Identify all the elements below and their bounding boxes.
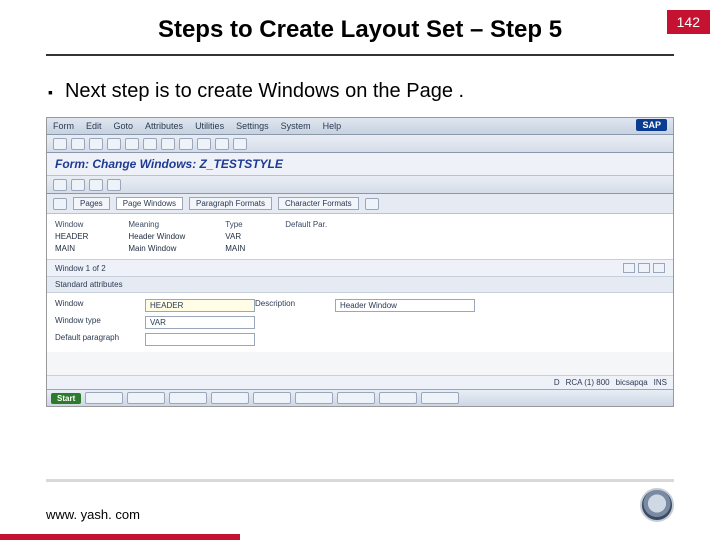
- list-cell: MAIN: [225, 244, 245, 253]
- app-toolbar-button[interactable]: [107, 179, 121, 191]
- menu-attributes[interactable]: Attributes: [145, 121, 183, 131]
- attr-field-window[interactable]: HEADER: [145, 299, 255, 312]
- tab-pages[interactable]: Pages: [73, 197, 110, 210]
- taskbar-item[interactable]: [127, 392, 165, 404]
- window-pager: Window 1 of 2: [47, 259, 673, 277]
- bullet-item: ▪ Next step is to create Windows on the …: [48, 80, 720, 103]
- window-list: Window HEADER MAIN Meaning Header Window…: [47, 214, 673, 259]
- toolbar-button[interactable]: [197, 138, 211, 150]
- pager-button[interactable]: [653, 263, 665, 273]
- menu-system[interactable]: System: [281, 121, 311, 131]
- toolbar-button[interactable]: [179, 138, 193, 150]
- taskbar-item[interactable]: [169, 392, 207, 404]
- pager-text: Window 1 of 2: [55, 264, 106, 273]
- pager-button[interactable]: [638, 263, 650, 273]
- col-header-meaning: Meaning: [128, 220, 185, 229]
- tab-page-windows[interactable]: Page Windows: [116, 197, 183, 210]
- menu-help[interactable]: Help: [323, 121, 342, 131]
- attr-field-desc[interactable]: Header Window: [335, 299, 475, 312]
- taskbar-item[interactable]: [295, 392, 333, 404]
- taskbar-item[interactable]: [337, 392, 375, 404]
- app-toolbar-button[interactable]: [53, 179, 67, 191]
- toolbar-button[interactable]: [215, 138, 229, 150]
- tab-nav-icon[interactable]: [365, 198, 379, 210]
- attr-label-type: Window type: [55, 316, 145, 329]
- footer-url: www. yash. com: [46, 507, 140, 522]
- sap-app-toolbar: [47, 176, 673, 194]
- attr-field-type[interactable]: VAR: [145, 316, 255, 329]
- toolbar-button[interactable]: [125, 138, 139, 150]
- status-item: RCA (1) 800: [566, 378, 610, 387]
- col-header-type: Type: [225, 220, 245, 229]
- slide-footer: www. yash. com: [46, 479, 674, 522]
- tab-character-formats[interactable]: Character Formats: [278, 197, 359, 210]
- taskbar-item[interactable]: [211, 392, 249, 404]
- sap-screenshot: Form Edit Goto Attributes Utilities Sett…: [46, 117, 674, 407]
- slide-title: Steps to Create Layout Set – Step 5: [0, 0, 720, 54]
- title-underline: [46, 54, 674, 56]
- attr-field-para[interactable]: [145, 333, 255, 346]
- list-cell: Header Window: [128, 232, 185, 241]
- bullet-marker: ▪: [48, 84, 53, 100]
- attr-label-desc: Description: [255, 299, 335, 312]
- app-toolbar-button[interactable]: [89, 179, 103, 191]
- pager-button[interactable]: [623, 263, 635, 273]
- list-cell[interactable]: MAIN: [55, 244, 88, 253]
- status-item: bicsapqa: [616, 378, 648, 387]
- start-button[interactable]: Start: [51, 393, 81, 404]
- page-number-badge: 142: [667, 10, 710, 34]
- list-cell: VAR: [225, 232, 245, 241]
- app-toolbar-button[interactable]: [71, 179, 85, 191]
- toolbar-button[interactable]: [71, 138, 85, 150]
- col-header-window: Window: [55, 220, 88, 229]
- footer-accent-bar: [0, 534, 240, 540]
- menu-goto[interactable]: Goto: [114, 121, 134, 131]
- sap-logo: SAP: [636, 119, 667, 131]
- col-header-default: Default Par.: [285, 220, 327, 229]
- toolbar-button[interactable]: [53, 138, 67, 150]
- toolbar-button[interactable]: [161, 138, 175, 150]
- toolbar-button[interactable]: [89, 138, 103, 150]
- attr-label-window: Window: [55, 299, 145, 312]
- sap-statusbar: D RCA (1) 800 bicsapqa INS: [47, 375, 673, 389]
- tab-paragraph-formats[interactable]: Paragraph Formats: [189, 197, 272, 210]
- toolbar-button[interactable]: [107, 138, 121, 150]
- footer-logo-icon: [640, 488, 674, 522]
- windows-taskbar: Start: [47, 389, 673, 406]
- status-item: D: [554, 378, 560, 387]
- taskbar-item[interactable]: [253, 392, 291, 404]
- tab-nav-icon[interactable]: [53, 198, 67, 210]
- menu-settings[interactable]: Settings: [236, 121, 269, 131]
- list-cell: Main Window: [128, 244, 185, 253]
- status-item: INS: [654, 378, 667, 387]
- attributes-title: Standard attributes: [47, 277, 673, 293]
- menu-form[interactable]: Form: [53, 121, 74, 131]
- sap-menubar: Form Edit Goto Attributes Utilities Sett…: [47, 118, 673, 135]
- taskbar-item[interactable]: [85, 392, 123, 404]
- attributes-grid: Window HEADER Description Header Window …: [47, 293, 673, 352]
- sap-toolbar: [47, 135, 673, 153]
- attr-label-para: Default paragraph: [55, 333, 145, 346]
- list-cell[interactable]: HEADER: [55, 232, 88, 241]
- bullet-text: Next step is to create Windows on the Pa…: [65, 80, 464, 103]
- toolbar-button[interactable]: [233, 138, 247, 150]
- taskbar-item[interactable]: [379, 392, 417, 404]
- sap-tabs: Pages Page Windows Paragraph Formats Cha…: [47, 194, 673, 214]
- taskbar-item[interactable]: [421, 392, 459, 404]
- sap-subtitle: Form: Change Windows: Z_TESTSTYLE: [47, 153, 673, 176]
- menu-utilities[interactable]: Utilities: [195, 121, 224, 131]
- menu-edit[interactable]: Edit: [86, 121, 102, 131]
- toolbar-button[interactable]: [143, 138, 157, 150]
